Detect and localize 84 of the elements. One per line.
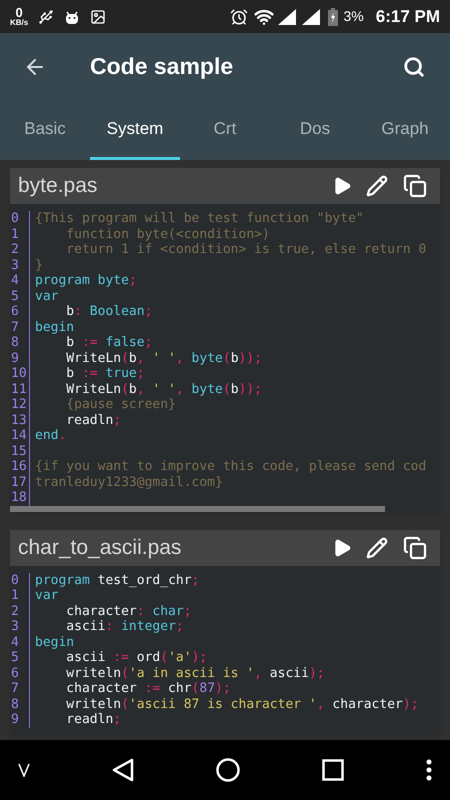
line-number: 15 [11, 444, 28, 459]
code-line: character := chr(87); [65, 681, 231, 696]
tab[interactable]: Basic [0, 100, 90, 160]
code-line: var [35, 588, 58, 603]
line-number: 4 [11, 634, 20, 650]
code-line: } [35, 258, 43, 272]
line-number: 14 [11, 428, 28, 444]
net-speed: 0 [16, 6, 23, 19]
tab[interactable]: System [90, 100, 180, 160]
home-circle-icon[interactable] [216, 758, 240, 782]
line-number: 11 [11, 382, 28, 397]
code-line: end. [35, 428, 66, 443]
usb-icon [38, 8, 54, 24]
code-line: {pause screen} [65, 397, 176, 412]
battery-percent: 3% [344, 7, 364, 26]
code-line: readln; [65, 412, 122, 428]
tab[interactable]: Graph [360, 100, 450, 160]
line-number: 6 [11, 304, 20, 320]
code-line: return 1 if <condition> is true, else return 0 [65, 242, 426, 257]
line-number: 1 [11, 588, 20, 604]
line-number: 13 [11, 412, 28, 428]
chevron-down-icon [18, 763, 30, 777]
search-icon [403, 56, 425, 78]
code-line: b: Boolean; [65, 304, 152, 319]
code-line: WriteLn(b, ' ', byte(b)); [65, 350, 262, 366]
code-line: var [35, 288, 58, 304]
line-number: 3 [11, 619, 20, 634]
line-number: 1 [11, 226, 20, 242]
file-name: char_to_ascii.pas [18, 534, 182, 561]
code-line: writeln('ascii 87 is character ', character); [65, 696, 419, 712]
horizontal-scrollbar[interactable] [10, 506, 385, 512]
line-number: 0 [11, 572, 20, 588]
code-line: program byte; [35, 273, 137, 288]
screen-title: Code sample [90, 52, 234, 82]
image-icon [90, 8, 106, 24]
line-number: 8 [11, 335, 20, 350]
net-unit: KB/s [10, 19, 28, 27]
code-line: {This program will be test function "byte" [35, 211, 364, 226]
pencil-icon [366, 175, 388, 197]
code-line: begin [35, 320, 74, 334]
line-number: 4 [11, 273, 20, 288]
code-line: function byte(<condition>) [65, 226, 270, 242]
line-number: 5 [11, 288, 20, 304]
line-number: 18 [11, 490, 28, 506]
line-number: 8 [11, 696, 20, 712]
line-number: 0 [11, 211, 20, 226]
recents-square-icon[interactable] [322, 759, 344, 781]
line-number: 6 [11, 666, 20, 681]
line-number: 10 [11, 366, 28, 382]
copy-icon [403, 174, 427, 198]
line-number: 9 [11, 712, 20, 728]
signal-icon [278, 8, 320, 24]
code-line: writeln('a in ascii is ', ascii); [65, 666, 325, 680]
code-line: tranleduy1233@gmail.com} [35, 474, 223, 490]
code-line: WriteLn(b, ' ', byte(b)); [65, 382, 262, 396]
code-line: ascii: integer; [65, 619, 184, 634]
line-number: 2 [11, 604, 20, 619]
tab[interactable]: Dos [270, 100, 360, 160]
code-line: b := true; [65, 366, 145, 381]
code-line: b := false; [65, 335, 152, 350]
code-line: {if you want to improve this code, please send cod [35, 459, 426, 474]
pencil-icon [366, 536, 388, 558]
line-number: 3 [11, 258, 20, 273]
line-number: 17 [11, 474, 28, 490]
line-number: 2 [11, 242, 20, 258]
code-line: ascii := ord('a'); [65, 650, 208, 665]
code-line: program test_ord_chr; [35, 572, 200, 588]
tab[interactable]: Crt [180, 100, 270, 160]
more-icon[interactable] [426, 759, 432, 781]
line-number: 9 [11, 350, 20, 366]
back-triangle-icon[interactable] [112, 758, 134, 782]
line-number: 7 [11, 320, 20, 335]
line-number: 12 [11, 397, 28, 412]
line-number: 7 [11, 681, 20, 696]
copy-icon [403, 536, 427, 560]
file-name: byte.pas [18, 173, 98, 200]
battery-icon [328, 8, 338, 26]
alarm-icon [230, 8, 248, 26]
code-line: readln; [65, 712, 122, 727]
clock: 6:17 PM [376, 6, 440, 28]
line-number: 5 [11, 650, 20, 666]
code-line: begin [35, 634, 74, 650]
line-number: 16 [11, 459, 28, 474]
code-line: character: char; [65, 604, 192, 618]
